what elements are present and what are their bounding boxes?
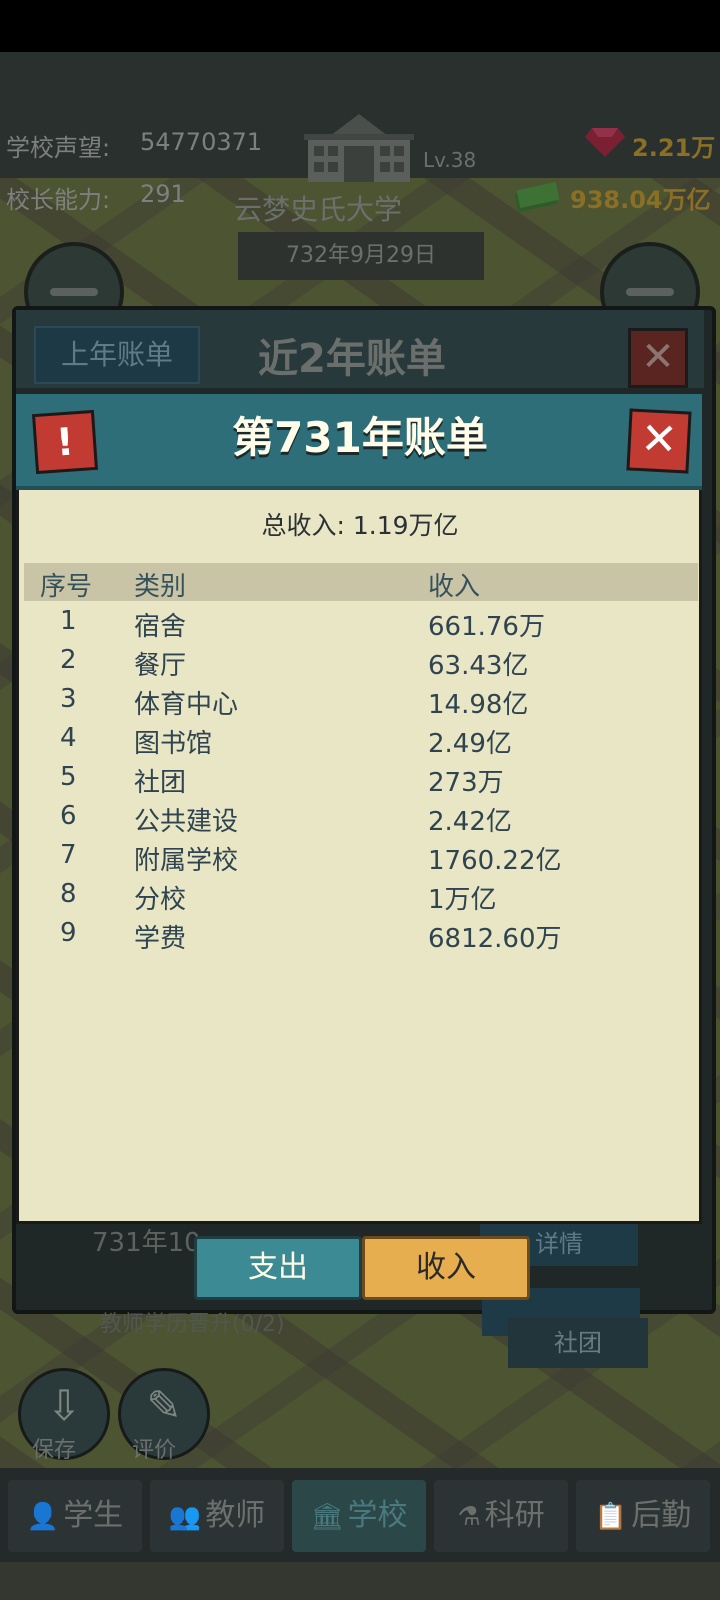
status-bar <box>0 0 720 52</box>
row-income: 63.43亿 <box>428 651 529 681</box>
nav-school[interactable]: 🏛 学校 <box>292 1480 426 1552</box>
row-category: 宿舍 <box>134 612 187 642</box>
row-no: 8 <box>60 879 77 909</box>
row-category: 附属学校 <box>134 846 239 876</box>
nav-teachers[interactable]: 👥 教师 <box>150 1480 284 1552</box>
row-category: 体育中心 <box>134 690 239 720</box>
row-category: 公共建设 <box>134 807 239 837</box>
close-button[interactable]: ✕ <box>626 408 692 474</box>
nav-school-label: 学校 <box>347 1498 408 1533</box>
row-income: 2.49亿 <box>428 729 512 759</box>
row-no: 5 <box>60 762 77 792</box>
ability-value: 291 <box>140 180 186 208</box>
gems-value: 2.21万 <box>632 134 716 162</box>
teacher-icon: 👥 <box>168 1502 202 1532</box>
row-no: 6 <box>60 801 77 831</box>
total-income: 总收入: 1.19万亿 <box>0 506 720 542</box>
nav-students-label: 学生 <box>63 1498 124 1533</box>
cash-icon <box>514 182 560 212</box>
row-income: 14.98亿 <box>428 690 529 720</box>
school-level: Lv.38 <box>423 148 477 172</box>
student-icon: 👤 <box>26 1502 60 1532</box>
row-no: 7 <box>60 840 77 870</box>
row-no: 1 <box>60 606 77 636</box>
income-tab[interactable]: 收入 <box>362 1236 530 1300</box>
game-date: 732年9月29日 <box>238 232 484 280</box>
row-income: 273万 <box>428 768 504 798</box>
row-category: 餐厅 <box>134 651 187 681</box>
row-income: 2.42亿 <box>428 807 512 837</box>
row-no: 9 <box>60 918 77 948</box>
nav-students[interactable]: 👤 学生 <box>8 1480 142 1552</box>
year-bill-title: 第731年账单 <box>232 413 488 462</box>
total-income-value: 1.19万亿 <box>352 511 459 540</box>
header-income: 收入 <box>428 572 481 602</box>
nav-logistics-label: 后勤 <box>631 1498 692 1533</box>
review-label: 评价 <box>132 1438 177 1463</box>
bill-history-close-button[interactable]: ✕ <box>628 328 688 388</box>
close-icon: ✕ <box>639 413 679 466</box>
reputation-label: 学校声望: <box>6 134 111 162</box>
nav-teachers-label: 教师 <box>205 1498 266 1533</box>
row-category: 学费 <box>134 924 187 954</box>
pencil-icon: ✎ <box>146 1381 182 1430</box>
download-icon: ⇩ <box>46 1381 82 1430</box>
nav-research[interactable]: ⚗ 科研 <box>434 1480 568 1552</box>
school-building-icon <box>304 114 414 182</box>
row-income: 1万亿 <box>428 885 497 915</box>
task-progress-text: 教师学历晋升(0/2) <box>100 1312 285 1337</box>
club-button[interactable]: 社团 <box>508 1318 648 1368</box>
school-icon: 🏛 <box>310 1502 344 1532</box>
clipboard-icon: 📋 <box>594 1502 628 1532</box>
last-year-bill-tab[interactable]: 上年账单 <box>34 326 200 384</box>
total-income-label: 总收入: <box>261 511 345 540</box>
row-income: 661.76万 <box>428 612 545 642</box>
gem-icon <box>585 128 625 157</box>
bill-row-label: 731年10 <box>92 1228 201 1258</box>
bill-history-title: 近2年账单 <box>258 336 446 382</box>
save-label: 保存 <box>32 1438 77 1463</box>
flask-icon: ⚗ <box>457 1502 481 1532</box>
header-no: 序号 <box>40 572 93 602</box>
school-name: 云梦史氏大学 <box>234 193 403 226</box>
nav-logistics[interactable]: 📋 后勤 <box>576 1480 710 1552</box>
header-category: 类别 <box>134 572 187 602</box>
row-income: 1760.22亿 <box>428 846 562 876</box>
table-header <box>24 563 698 601</box>
row-category: 图书馆 <box>134 729 213 759</box>
row-category: 社团 <box>134 768 187 798</box>
expense-tab[interactable]: 支出 <box>194 1236 362 1300</box>
row-no: 4 <box>60 723 77 753</box>
row-income: 6812.60万 <box>428 924 562 954</box>
nav-research-label: 科研 <box>484 1498 545 1533</box>
row-no: 3 <box>60 684 77 714</box>
money-value: 938.04万亿 <box>570 186 711 214</box>
ability-label: 校长能力: <box>6 186 111 214</box>
row-no: 2 <box>60 645 77 675</box>
reputation-value: 54770371 <box>140 128 263 156</box>
row-category: 分校 <box>134 885 187 915</box>
